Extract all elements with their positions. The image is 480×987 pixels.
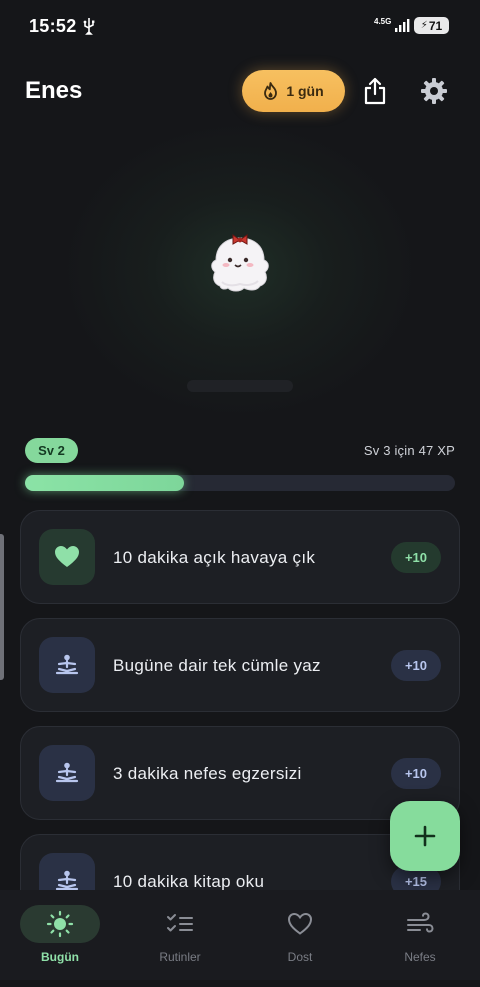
task-icon-box [39,745,95,801]
edge-handle[interactable] [0,534,4,680]
gear-icon [421,78,447,104]
streak-label: 1 gün [286,83,324,99]
nav-item-breath[interactable]: Nefes [360,890,480,980]
nav-icon-container [20,905,100,943]
streak-button[interactable]: 1 gün [242,70,345,112]
battery-indicator: ⚡ 71 [414,17,449,34]
share-button[interactable] [358,74,392,108]
network-type: 4.5G [374,17,392,26]
share-icon [364,77,386,105]
nav-label: Rutinler [159,950,201,964]
meditation-icon [55,654,79,675]
bottom-navigation: Bugün Rutinler Dost Nefes [0,890,480,980]
settings-button[interactable] [417,74,451,108]
nav-label: Dost [287,950,313,964]
task-icon-box [39,529,95,585]
system-navigation-area [0,980,480,987]
wind-icon [407,912,434,933]
task-label: Bugüne dair tek cümle yaz [113,656,321,675]
status-time: 15:52 [29,16,77,36]
pet-shadow [187,380,293,392]
signal-icon [395,19,410,32]
flame-icon [264,82,278,100]
nav-item-today[interactable]: Bugün [0,890,120,980]
add-task-button[interactable] [390,801,460,871]
meditation-icon [55,762,79,783]
task-card[interactable]: 10 dakika açık havaya çık +10 [20,510,460,604]
sun-icon [46,910,74,938]
task-label: 3 dakika nefes egzersizi [113,764,302,783]
usb-icon [83,18,95,35]
task-xp-badge: +10 [391,542,441,573]
heart-outline-icon [287,912,313,935]
task-xp-badge: +10 [391,758,441,789]
battery-level: 71 [428,18,443,33]
nav-item-routines[interactable]: Rutinler [120,890,240,980]
task-label: 10 dakika açık havaya çık [113,548,316,567]
task-card[interactable]: 3 dakika nefes egzersizi +10 [20,726,460,820]
task-xp-badge: +10 [391,650,441,681]
heart-icon [55,546,79,567]
meditation-icon [55,870,79,890]
level-badge: Sv 2 [25,438,78,463]
xp-progress-bar [25,475,455,491]
charging-icon: ⚡ [420,20,428,31]
nav-icon-container [380,905,460,943]
nav-icon-container [260,905,340,943]
xp-to-next-level: Sv 3 için 47 XP [363,443,455,458]
nav-item-buddy[interactable]: Dost [240,890,360,980]
plus-icon [414,825,436,847]
status-bar: 15:52 4.5G ⚡ 71 [0,0,480,52]
checklist-icon [167,914,193,932]
user-name: Enes [25,77,83,104]
nav-label: Nefes [404,950,436,964]
xp-progress-fill [25,475,185,491]
task-icon-box [39,637,95,693]
nav-icon-container [140,905,220,943]
task-label: 10 dakika kitap oku [113,872,265,890]
task-icon-box [39,853,95,890]
task-card[interactable]: Bugüne dair tek cümle yaz +10 [20,618,460,712]
nav-label: Bugün [41,950,79,964]
ghost-pet[interactable] [206,228,274,298]
